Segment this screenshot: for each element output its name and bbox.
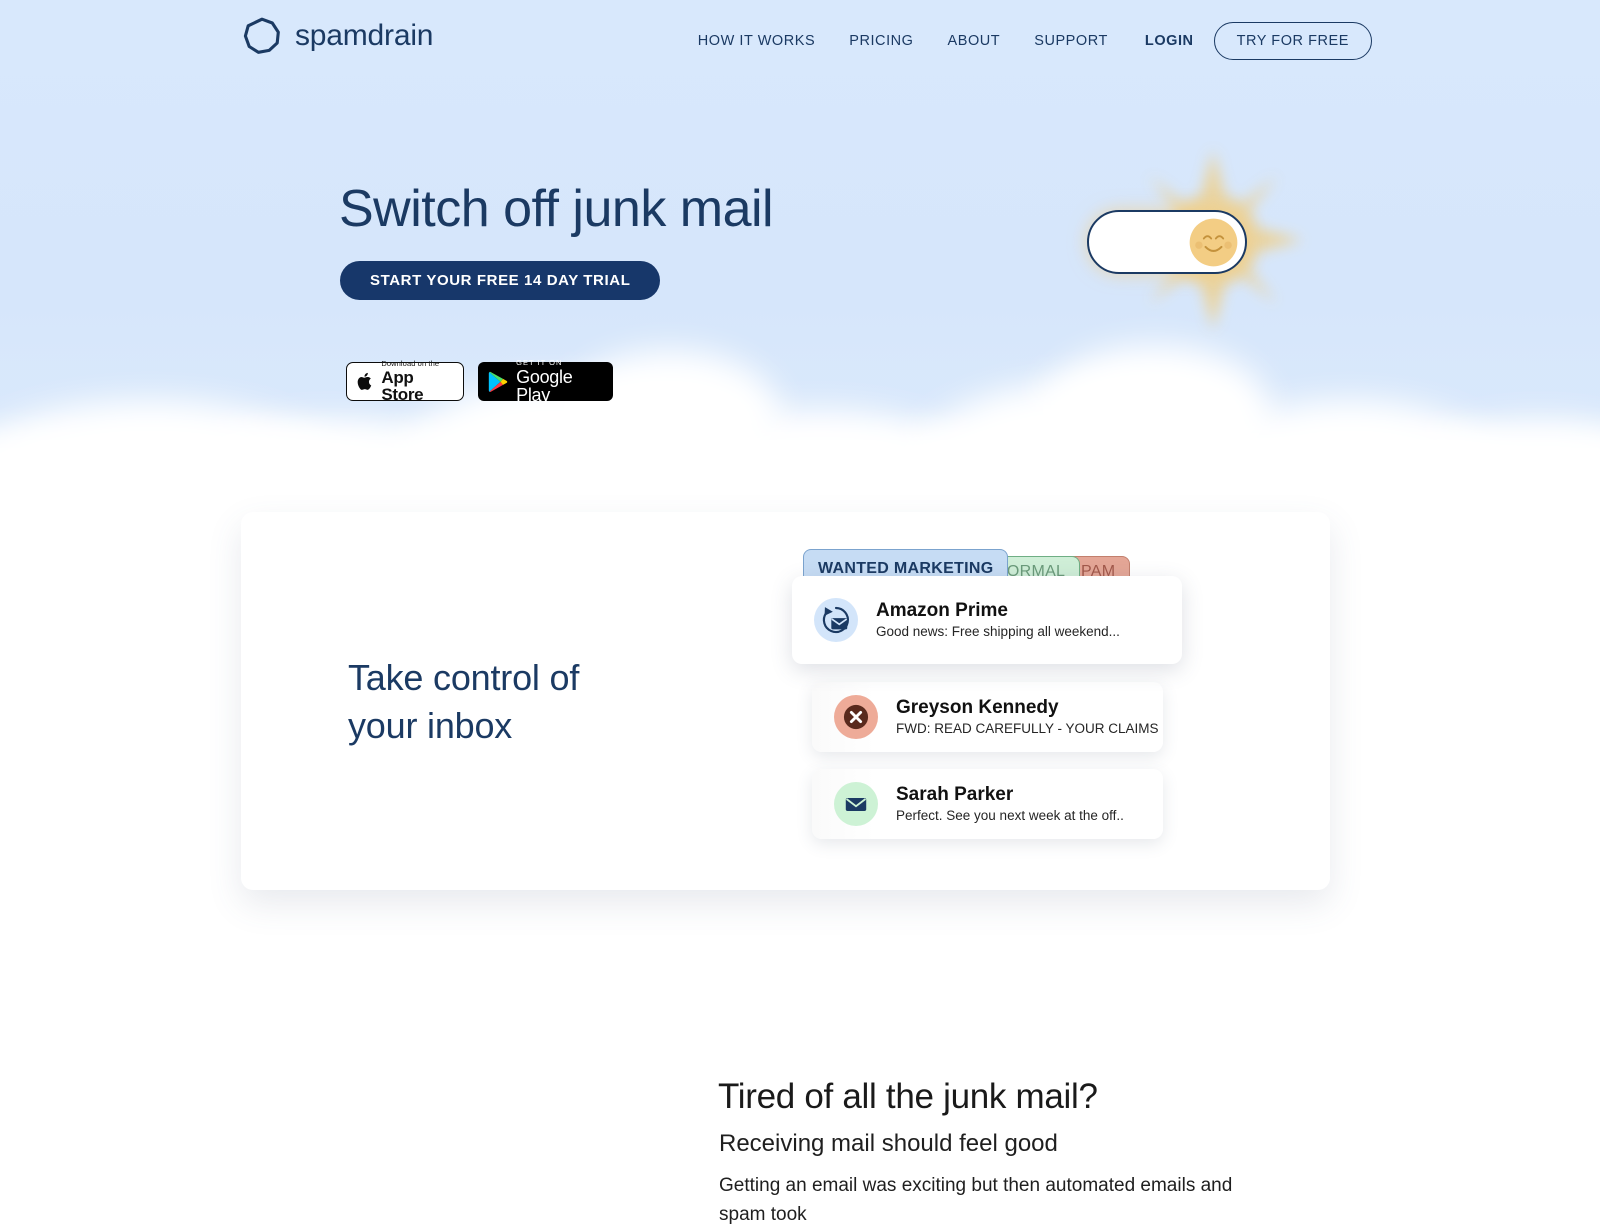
mail-list-item[interactable]: Greyson Kennedy FWD: READ CAREFULLY - YO… [812, 682, 1163, 752]
mail-text-block: Amazon Prime Good news: Free shipping al… [876, 599, 1120, 642]
app-store-text: Download on the App Store [381, 360, 453, 403]
envelope-icon [845, 797, 867, 811]
mail-sender: Sarah Parker [896, 783, 1014, 805]
nav-item-support[interactable]: SUPPORT [1017, 33, 1125, 49]
avatar [814, 598, 858, 642]
google-play-big-label: Google Play [516, 366, 573, 405]
intro-section: Tired of all the junk mail? Receiving ma… [0, 900, 1600, 1225]
panel-heading-line2: your inbox [348, 704, 513, 746]
intro-paragraph: Getting an email was exciting but then a… [719, 1175, 1233, 1225]
try-for-free-button[interactable]: TRY FOR FREE [1213, 22, 1372, 60]
nav-item-about[interactable]: ABOUT [931, 33, 1018, 49]
mail-preview: FWD: READ CAREFULLY - YOUR CLAIMS [896, 721, 1159, 737]
hero-headline: Switch off junk mail [339, 180, 774, 238]
google-play-icon [488, 371, 508, 392]
sun-toggle-illustration [1085, 140, 1345, 340]
app-store-big-label: App Store [381, 367, 424, 404]
panel-heading: Take control of your inbox [348, 654, 579, 749]
top-navigation: spamdrain HOW IT WORKS PRICING ABOUT SUP… [0, 0, 1600, 76]
nav-item-pricing[interactable]: PRICING [832, 33, 930, 49]
junk-mail-toggle[interactable] [1087, 210, 1247, 274]
octagon-ring-icon [243, 17, 280, 54]
mail-list-item[interactable]: Sarah Parker Perfect. See you next week … [812, 769, 1163, 839]
panel-heading-line1: Take control of [348, 657, 580, 698]
nav-item-how-it-works[interactable]: HOW IT WORKS [681, 33, 833, 49]
mail-text-block: Greyson Kennedy FWD: READ CAREFULLY - YO… [896, 696, 1159, 739]
mail-text-block: Sarah Parker Perfect. See you next week … [896, 783, 1124, 826]
google-play-badge[interactable]: GET IT ON Google Play [478, 359, 613, 404]
brand-name: spamdrain [295, 19, 434, 52]
store-badges: Download on the App Store GET IT ON Goog… [346, 359, 613, 404]
smiling-sun-icon [1189, 218, 1238, 266]
mail-sender: Greyson Kennedy [896, 696, 1059, 718]
hero-content: Switch off junk mail START YOUR FREE 14 … [0, 0, 1600, 530]
start-free-trial-button[interactable]: START YOUR FREE 14 DAY TRIAL [340, 261, 661, 300]
mail-preview: Perfect. See you next week at the off.. [896, 808, 1124, 824]
app-store-small-label: Download on the [381, 359, 440, 369]
brand-logo[interactable]: spamdrain [242, 16, 433, 56]
avatar [834, 782, 878, 826]
inbox-control-panel: Take control of your inbox WANTED MARKET… [241, 512, 1330, 890]
intro-heading: Tired of all the junk mail? [718, 1077, 1098, 1116]
mail-sender: Amazon Prime [876, 599, 1008, 621]
google-play-text: GET IT ON Google Play [516, 359, 603, 404]
nav-links: HOW IT WORKS PRICING ABOUT SUPPORT LOGIN… [681, 22, 1372, 60]
circle-x-icon [843, 704, 869, 730]
mail-list-item[interactable]: Amazon Prime Good news: Free shipping al… [792, 576, 1182, 664]
nav-item-login[interactable]: LOGIN [1125, 33, 1208, 49]
envelope-refresh-icon [822, 606, 849, 634]
app-store-badge[interactable]: Download on the App Store [346, 360, 464, 403]
google-play-small-label: GET IT ON [516, 358, 563, 368]
intro-subheading: Receiving mail should feel good [719, 1130, 1058, 1157]
avatar [834, 695, 878, 739]
apple-icon [357, 372, 372, 390]
mail-preview: Good news: Free shipping all weekend... [876, 624, 1120, 640]
